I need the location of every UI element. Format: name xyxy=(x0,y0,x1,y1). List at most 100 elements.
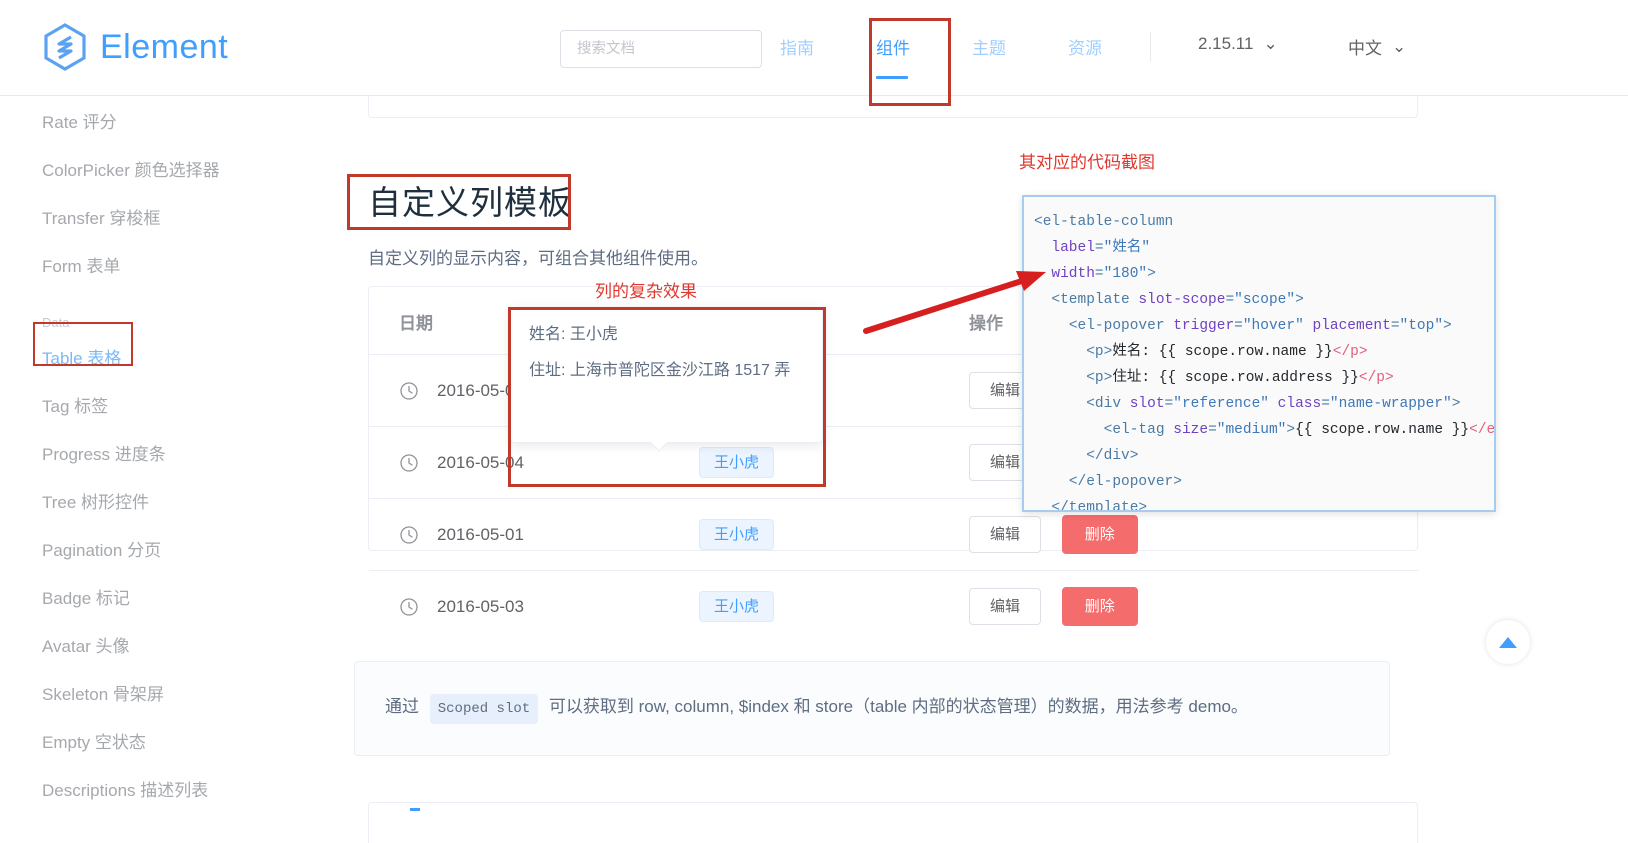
name-tag[interactable]: 王小虎 xyxy=(699,519,774,550)
clock-icon xyxy=(399,381,419,401)
cell-date: 2016-05-03 xyxy=(369,571,669,643)
back-to-top-button[interactable] xyxy=(1486,620,1530,664)
clock-icon xyxy=(399,597,419,617)
code-line: <el-popover trigger="hover" placement="t… xyxy=(1034,313,1494,339)
sidebar-item-label: Form 表单 xyxy=(42,252,120,277)
sidebar-item-skeleton[interactable]: Skeleton 骨架屏 xyxy=(0,668,340,716)
cell-name: 王小虎 xyxy=(669,499,939,571)
nav-item-components[interactable]: 组件 xyxy=(876,30,940,59)
sidebar-item-pagination[interactable]: Pagination 分页 xyxy=(0,524,340,572)
logo[interactable]: Element xyxy=(42,22,228,72)
sidebar-item-badge[interactable]: Badge 标记 xyxy=(0,572,340,620)
nav-item-theme-label: 主题 xyxy=(972,39,1006,58)
code-line: <template slot-scope="scope"> xyxy=(1034,287,1494,313)
popover-name-line: 姓名: 王小虎 xyxy=(529,322,804,348)
sidebar-item-transfer[interactable]: Transfer 穿梭框 xyxy=(0,192,340,240)
language-selector[interactable]: 中文 ⌄ xyxy=(1348,34,1406,59)
sidebar-item-label: Table 表格 xyxy=(42,344,121,369)
page-title: 自定义列模板 xyxy=(368,176,572,224)
sidebar-item-colorpicker[interactable]: ColorPicker 颜色选择器 xyxy=(0,144,340,192)
sidebar-group-data: Data xyxy=(0,288,340,332)
sidebar-item-label: Transfer 穿梭框 xyxy=(42,204,160,229)
sidebar-item-descriptions[interactable]: Descriptions 描述列表 xyxy=(0,764,340,812)
nav-item-theme[interactable]: 主题 xyxy=(972,30,1036,59)
cell-name: 王小虎 xyxy=(669,571,939,643)
nav-active-underline xyxy=(876,76,908,79)
code-screenshot-panel: <el-table-column label="姓名" width="180">… xyxy=(1022,195,1496,512)
version-selector[interactable]: 2.15.11 ⌄ xyxy=(1198,34,1278,54)
annotation-label-code: 其对应的代码截图 xyxy=(1019,148,1155,173)
tip-suffix: 可以获取到 row, column, $index 和 store（table … xyxy=(549,697,1248,716)
sidebar-item-label: Badge 标记 xyxy=(42,584,130,609)
edit-button[interactable]: 编辑 xyxy=(969,516,1041,553)
sidebar-item-rate[interactable]: Rate 评分 xyxy=(0,96,340,144)
sidebar-item-form[interactable]: Form 表单 xyxy=(0,240,340,288)
tip-code-chip: Scoped slot xyxy=(430,694,538,724)
cell-operation: 编辑 删除 xyxy=(939,571,1419,643)
sidebar-item-label: Avatar 头像 xyxy=(42,632,130,657)
sidebar-group-label: Data xyxy=(42,315,69,330)
nav-item-guide[interactable]: 指南 xyxy=(780,30,844,59)
chevron-down-icon: ⌄ xyxy=(1263,34,1277,54)
sidebar-item-label: ColorPicker 颜色选择器 xyxy=(42,156,220,181)
sidebar-item-label: Tag 标签 xyxy=(42,392,108,417)
nav-item-resource[interactable]: 资源 xyxy=(1068,30,1132,59)
popover-address-line: 住址: 上海市普陀区金沙江路 1517 弄 xyxy=(529,358,804,384)
delete-button[interactable]: 删除 xyxy=(1062,515,1138,554)
nav-item-components-label: 组件 xyxy=(876,39,910,58)
code-line: </template> xyxy=(1034,495,1494,512)
code-line: label="姓名" xyxy=(1034,235,1494,261)
name-tag[interactable]: 王小虎 xyxy=(699,447,774,478)
clock-icon xyxy=(399,525,419,545)
search-box[interactable] xyxy=(560,30,762,68)
tip-text: 通过 Scoped slot 可以获取到 row, column, $index… xyxy=(385,693,1248,724)
chevron-down-icon: ⌄ xyxy=(1392,37,1406,57)
next-demo-marker xyxy=(410,808,420,811)
main-nav: 指南 组件 主题 资源 xyxy=(780,30,1164,59)
nav-item-guide-label: 指南 xyxy=(780,39,814,58)
sidebar-item-table[interactable]: Table 表格 xyxy=(0,332,340,380)
sidebar-item-tag[interactable]: Tag 标签 xyxy=(0,380,340,428)
element-ui-docs-page: Element 指南 组件 主题 资源 2.15.11 ⌄ xyxy=(0,0,1628,843)
sidebar: Rate 评分 ColorPicker 颜色选择器 Transfer 穿梭框 F… xyxy=(0,96,340,843)
previous-demo-card-partial xyxy=(368,96,1418,118)
date-text: 2016-05-04 xyxy=(437,453,524,473)
name-popover: 姓名: 王小虎 住址: 上海市普陀区金沙江路 1517 弄 xyxy=(510,307,823,443)
tip-prefix: 通过 xyxy=(385,697,419,716)
edit-button[interactable]: 编辑 xyxy=(969,588,1041,625)
code-line: <div slot="reference" class="name-wrappe… xyxy=(1034,391,1494,417)
sidebar-item-label: Skeleton 骨架屏 xyxy=(42,680,164,705)
sidebar-item-tree[interactable]: Tree 树形控件 xyxy=(0,476,340,524)
logo-text: Element xyxy=(100,30,228,64)
sidebar-item-empty[interactable]: Empty 空状态 xyxy=(0,716,340,764)
code-line: <p>住址: {{ scope.row.address }}</p> xyxy=(1034,365,1494,391)
sidebar-item-avatar[interactable]: Avatar 头像 xyxy=(0,620,340,668)
code-line: </el-popover> xyxy=(1034,469,1494,495)
sidebar-item-label: Empty 空状态 xyxy=(42,728,146,753)
search-input[interactable] xyxy=(575,40,747,58)
site-header: Element 指南 组件 主题 资源 2.15.11 ⌄ xyxy=(0,0,1628,96)
sidebar-item-label: Progress 进度条 xyxy=(42,440,166,465)
sidebar-item-label: Descriptions 描述列表 xyxy=(42,776,208,801)
code-line: width="180"> xyxy=(1034,261,1494,287)
name-tag[interactable]: 王小虎 xyxy=(699,591,774,622)
date-text: 2016-05-03 xyxy=(437,597,524,617)
sidebar-item-label: Tree 树形控件 xyxy=(42,488,149,513)
table-row: 2016-05-03 王小虎 编辑 删除 xyxy=(369,571,1419,643)
sidebar-item-label: Rate 评分 xyxy=(42,108,117,133)
version-label: 2.15.11 xyxy=(1198,34,1253,54)
delete-button[interactable]: 删除 xyxy=(1062,587,1138,626)
clock-icon xyxy=(399,453,419,473)
element-hexagon-logo-icon xyxy=(42,22,88,72)
nav-item-resource-label: 资源 xyxy=(1068,39,1102,58)
language-label: 中文 xyxy=(1348,34,1382,59)
page-subtitle: 自定义列的显示内容，可组合其他组件使用。 xyxy=(368,244,708,269)
arrow-up-icon xyxy=(1499,637,1517,648)
tip-card: 通过 Scoped slot 可以获取到 row, column, $index… xyxy=(354,661,1390,756)
next-demo-card-partial xyxy=(368,802,1418,843)
annotation-label-popover: 列的复杂效果 xyxy=(595,277,697,302)
sidebar-item-label: Pagination 分页 xyxy=(42,536,161,561)
cell-date: 2016-05-01 xyxy=(369,499,669,571)
date-text: 2016-05-01 xyxy=(437,525,524,545)
sidebar-item-progress[interactable]: Progress 进度条 xyxy=(0,428,340,476)
